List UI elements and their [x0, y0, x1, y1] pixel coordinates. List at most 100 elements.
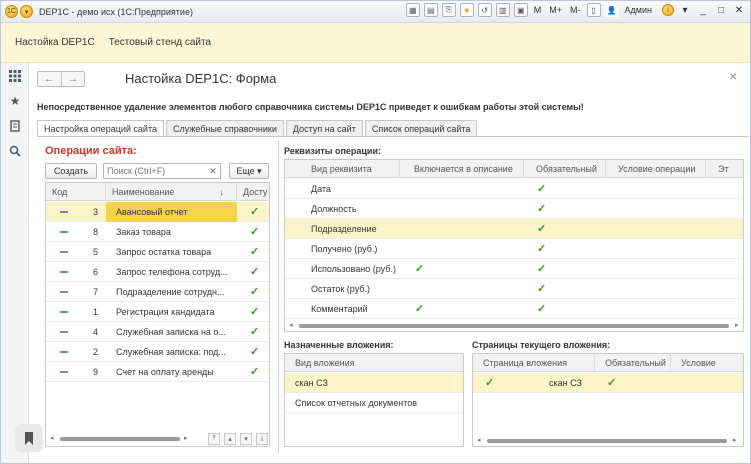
apps-grid-icon[interactable]	[8, 69, 22, 83]
table-row[interactable]: Дата ✓	[285, 179, 743, 199]
operations-title: Операции сайта:	[45, 145, 137, 157]
table-row[interactable]: Остаток (руб.) ✓	[285, 279, 743, 299]
table-row[interactable]: 9 Счет на оплату аренды ✓	[46, 362, 269, 382]
first-page-icon[interactable]: ⤒	[208, 433, 220, 445]
grid-tool-icon[interactable]: ▦	[405, 3, 420, 17]
user-name[interactable]: Админ	[623, 5, 654, 15]
memory-plus-button[interactable]: M+	[547, 5, 564, 15]
checkmark-icon: ✓	[250, 326, 260, 338]
table-row[interactable]: Использовано (руб.) ✓ ✓	[285, 259, 743, 279]
scroll-right-icon[interactable]: ▸	[184, 434, 188, 442]
more-icon[interactable]: ▾	[678, 3, 692, 17]
column-header-requisite[interactable]: Вид реквизита	[285, 160, 400, 178]
table-row[interactable]: ✓ скан СЗ ✓	[473, 373, 743, 393]
section-link-test-stand[interactable]: Тестовый стенд сайта	[109, 37, 211, 48]
panel-tool-icon[interactable]: ▯	[586, 3, 601, 17]
favorites-tool-icon[interactable]: ★	[459, 3, 474, 17]
req-horizontal-scrollbar[interactable]	[299, 324, 729, 328]
clear-search-icon[interactable]: ✕	[206, 164, 220, 178]
history-icon[interactable]	[8, 119, 22, 133]
pages-table[interactable]: Страница вложения Обязательный Условие ✓…	[472, 353, 744, 447]
checkmark-icon: ✓	[537, 203, 547, 215]
horizontal-scrollbar[interactable]	[60, 437, 180, 441]
table-row[interactable]: 3 Авансовый отчет ✓	[46, 202, 269, 222]
column-header-page-required[interactable]: Обязательный	[595, 354, 671, 372]
bookmark-icon[interactable]	[15, 424, 43, 452]
link-tool-icon[interactable]: ⎘	[441, 3, 456, 17]
tab-site-access[interactable]: Доступ на сайт	[285, 120, 363, 136]
column-header-page-condition[interactable]: Условие	[671, 354, 743, 372]
table-row[interactable]: Подразделение ✓	[285, 219, 743, 239]
close-icon[interactable]: ✕	[732, 3, 746, 17]
calculator-tool-icon[interactable]: ▣	[513, 3, 528, 17]
requisite-name: Должность	[311, 204, 357, 214]
row-name: Регистрация кандидата	[116, 307, 215, 317]
app-logo-icon[interactable]: 1С	[5, 5, 18, 18]
table-row[interactable]: 8 Заказ товара ✓	[46, 222, 269, 242]
requisite-name: Дата	[311, 184, 331, 194]
dropdown-menu-icon[interactable]: ▾	[20, 5, 33, 18]
prev-page-icon[interactable]: ▴	[224, 433, 236, 445]
tab-underline	[37, 136, 749, 137]
search-input[interactable]	[103, 163, 221, 179]
table-row[interactable]: 2 Служебная записка: под... ✓	[46, 342, 269, 362]
tab-service-catalogs[interactable]: Служебные справочники	[165, 120, 284, 136]
pages-horizontal-scrollbar[interactable]	[487, 439, 727, 443]
info-icon[interactable]: i	[662, 4, 674, 16]
table-row[interactable]: 6 Запрос телефона сотруд... ✓	[46, 262, 269, 282]
operations-table[interactable]: Код Наименование ↓ Досту 3 Авансовый отче…	[45, 182, 270, 447]
calendar-tool-icon[interactable]: ▥	[495, 3, 510, 17]
row-marker-icon	[60, 371, 68, 373]
pages-scroll-right-icon[interactable]: ▸	[733, 436, 737, 444]
list-item[interactable]: Список отчетных документов	[285, 393, 463, 413]
star-icon[interactable]: ★	[8, 94, 22, 108]
history-tool-icon[interactable]: ↺	[477, 3, 492, 17]
table-row[interactable]: 1 Регистрация кандидата ✓	[46, 302, 269, 322]
requisites-table[interactable]: Вид реквизита Включается в описание Обяз…	[284, 159, 744, 332]
tab-operations-settings[interactable]: Настройка операций сайта	[37, 120, 164, 137]
next-page-icon[interactable]: ▾	[240, 433, 252, 445]
doc-tool-icon[interactable]: ▤	[423, 3, 438, 17]
column-header-code[interactable]: Код	[46, 183, 106, 201]
memory-button[interactable]: M	[532, 5, 544, 15]
maximize-icon[interactable]: □	[714, 3, 728, 17]
checkmark-icon: ✓	[250, 246, 260, 258]
column-header-required[interactable]: Обязательный	[524, 160, 606, 178]
req-scroll-left-icon[interactable]: ◂	[289, 321, 293, 329]
list-item[interactable]: скан СЗ	[285, 373, 463, 393]
more-button[interactable]: Еще ▾	[229, 163, 269, 179]
row-code: 2	[92, 347, 98, 357]
scroll-left-icon[interactable]: ◂	[50, 434, 54, 442]
table-row[interactable]: Должность ✓	[285, 199, 743, 219]
req-scroll-right-icon[interactable]: ▸	[735, 321, 739, 329]
forward-arrow-icon[interactable]: →	[62, 72, 85, 86]
section-link-settings[interactable]: Настойка DEP1C	[15, 37, 95, 48]
create-button[interactable]: Создать	[45, 163, 97, 179]
last-page-icon[interactable]: ⤓	[256, 433, 268, 445]
column-header-access[interactable]: Досту	[237, 183, 269, 201]
search-icon[interactable]	[8, 144, 22, 158]
table-row[interactable]: 5 Запрос остатка товара ✓	[46, 242, 269, 262]
column-header-attachment[interactable]: Вид вложения	[285, 354, 463, 372]
column-header-page[interactable]: Страница вложения	[473, 354, 595, 372]
table-row[interactable]: 7 Подразделение сотрудн... ✓	[46, 282, 269, 302]
table-row[interactable]: Комментарий ✓ ✓	[285, 299, 743, 319]
attachments-table[interactable]: Вид вложения скан СЗ Список отчетных доку…	[284, 353, 464, 447]
column-header-condition[interactable]: Условие операции	[606, 160, 706, 178]
pages-scroll-left-icon[interactable]: ◂	[477, 436, 481, 444]
table-row[interactable]: 4 Служебная записка на о... ✓	[46, 322, 269, 342]
row-marker-icon	[60, 271, 68, 273]
memory-minus-button[interactable]: M-	[568, 5, 583, 15]
user-icon: 👤	[604, 3, 619, 17]
tab-bar: Настройка операций сайта Служебные справ…	[37, 120, 479, 137]
table-row[interactable]: Получено (руб.) ✓	[285, 239, 743, 259]
back-arrow-icon[interactable]: ←	[38, 72, 62, 86]
minimize-icon[interactable]: _	[696, 3, 710, 17]
panel-divider[interactable]	[278, 141, 279, 453]
column-header-name[interactable]: Наименование ↓	[106, 183, 237, 201]
column-header-extra[interactable]: Эт	[706, 160, 743, 178]
column-header-in-description[interactable]: Включается в описание	[400, 160, 524, 178]
tab-operations-list[interactable]: Список операций сайта	[364, 120, 478, 136]
form-close-icon[interactable]: ✕	[729, 72, 737, 83]
title-bar: 1С ▾ DEP1C - демо исх (1С:Предприятие) ▦…	[1, 1, 750, 23]
